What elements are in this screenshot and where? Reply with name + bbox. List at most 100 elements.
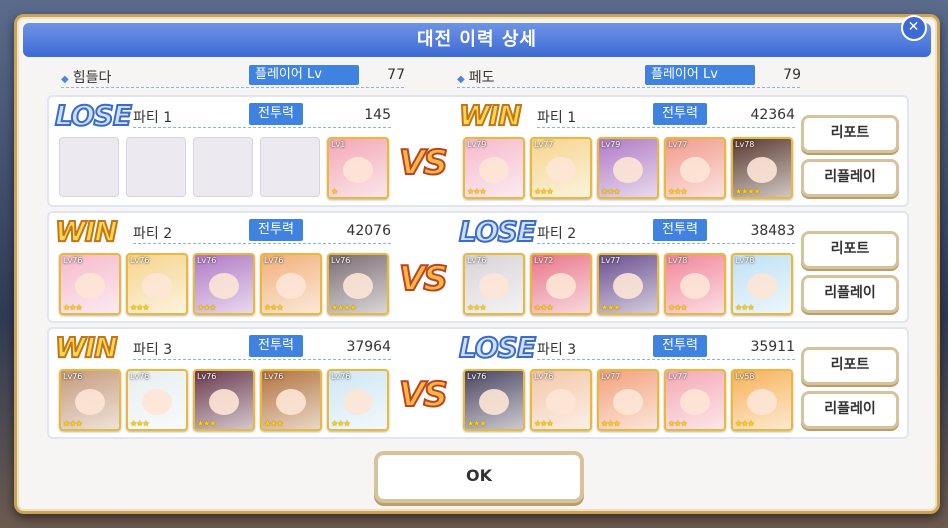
unit-stars: ★★★ bbox=[63, 419, 82, 428]
left-result-label: WIN bbox=[54, 214, 119, 249]
unit-portrait[interactable]: Lv76 ★★★ bbox=[463, 253, 525, 315]
unit-level: Lv76 bbox=[63, 256, 83, 265]
divider bbox=[133, 127, 393, 128]
unit-stars: ★★★ bbox=[197, 419, 216, 428]
report-button-2[interactable]: 리포트 bbox=[801, 231, 899, 269]
unit-portrait[interactable]: Lv58 ★★★ bbox=[731, 369, 793, 431]
right-result-label: LOSE bbox=[458, 214, 537, 249]
unit-level: Lv78 bbox=[735, 256, 755, 265]
unit-level: Lv79 bbox=[601, 140, 621, 149]
unit-portrait[interactable]: Lv79 ★★★ bbox=[597, 137, 659, 199]
right-result-label: WIN bbox=[458, 98, 523, 133]
unit-portrait[interactable]: Lv76 ★★★★ bbox=[327, 253, 389, 315]
unit-stars: ★★★ bbox=[668, 303, 687, 312]
right-power-label: 전투력 bbox=[653, 335, 707, 357]
unit-portrait[interactable]: Lv76 ★★★ bbox=[126, 253, 188, 315]
unit-stars: ★★★ bbox=[331, 419, 350, 428]
unit-portrait[interactable]: Lv76 ★★★ bbox=[260, 253, 322, 315]
unit-portrait[interactable]: Lv77 ★★★ bbox=[530, 137, 592, 199]
character-face-icon bbox=[479, 273, 509, 299]
unit-stars: ★★★ bbox=[668, 187, 687, 196]
dialog-titlebar: 대전 이력 상세 ✕ bbox=[23, 15, 931, 57]
character-face-icon bbox=[613, 157, 643, 183]
character-face-icon bbox=[276, 389, 306, 415]
ok-button[interactable]: OK bbox=[374, 451, 584, 503]
unit-portrait[interactable]: Lv72 ★★★ bbox=[530, 253, 592, 315]
character-face-icon bbox=[680, 157, 710, 183]
unit-level: Lv78 bbox=[668, 256, 688, 265]
unit-portrait[interactable]: Lv1 ★ bbox=[327, 137, 389, 199]
unit-stars: ★★★ bbox=[534, 187, 553, 196]
replay-button-3[interactable]: 리플레이 bbox=[801, 391, 899, 429]
dialog-title: 대전 이력 상세 bbox=[417, 29, 537, 50]
replay-label: 리플레이 bbox=[824, 169, 876, 185]
replay-button-2[interactable]: 리플레이 bbox=[801, 275, 899, 313]
party-panel-1: LOSE 파티 1 전투력 145 Lv1 ★ WIN 파티 1 전투력 42364 Lv79 ★★★… bbox=[47, 95, 909, 207]
unit-stars: ★★★ bbox=[601, 419, 620, 428]
character-face-icon bbox=[142, 273, 172, 299]
report-button-3[interactable]: 리포트 bbox=[801, 347, 899, 385]
unit-level: Lv76 bbox=[467, 256, 487, 265]
right-power-value: 38483 bbox=[750, 223, 795, 239]
left-party-name: 파티 3 bbox=[133, 342, 173, 358]
unit-portrait[interactable]: Lv76 ★★★ bbox=[59, 253, 121, 315]
unit-level: Lv58 bbox=[735, 372, 755, 381]
unit-portrait[interactable]: Lv77 ★★★ bbox=[664, 369, 726, 431]
unit-level: Lv77 bbox=[534, 140, 554, 149]
unit-portrait[interactable]: Lv76 ★★★ bbox=[327, 369, 389, 431]
character-face-icon bbox=[209, 273, 239, 299]
unit-portrait[interactable]: Lv76 ★★★ bbox=[530, 369, 592, 431]
unit-level: Lv76 bbox=[197, 372, 217, 381]
left-power-label: 전투력 bbox=[249, 103, 303, 125]
unit-stars: ★★★ bbox=[130, 303, 149, 312]
left-result-label: LOSE bbox=[54, 98, 133, 133]
unit-portrait[interactable]: Lv78 ★★★ bbox=[731, 253, 793, 315]
divider bbox=[133, 243, 393, 244]
unit-portrait[interactable]: Lv76 ★★★ bbox=[193, 253, 255, 315]
unit-level: Lv79 bbox=[467, 140, 487, 149]
character-face-icon bbox=[546, 157, 576, 183]
unit-level: Lv77 bbox=[601, 372, 621, 381]
unit-portrait[interactable]: Lv77 ★★★ bbox=[597, 369, 659, 431]
left-level-value: 77 bbox=[387, 67, 405, 83]
unit-stars: ★★★ bbox=[63, 303, 82, 312]
character-face-icon bbox=[343, 273, 373, 299]
replay-label: 리플레이 bbox=[824, 285, 876, 301]
character-face-icon bbox=[546, 389, 576, 415]
unit-portrait[interactable]: Lv79 ★★★ bbox=[463, 137, 525, 199]
unit-stars: ★★★ bbox=[735, 303, 754, 312]
empty-unit-slot bbox=[260, 137, 320, 197]
unit-stars: ★ bbox=[331, 187, 338, 196]
replay-button-1[interactable]: 리플레이 bbox=[801, 159, 899, 197]
party-panel-2: WIN 파티 2 전투력 42076 Lv76 ★★★ Lv76 ★★★ Lv76 ★★★ Lv76… bbox=[47, 211, 909, 323]
close-icon[interactable]: ✕ bbox=[901, 15, 927, 41]
character-face-icon bbox=[747, 273, 777, 299]
character-face-icon bbox=[546, 273, 576, 299]
unit-portrait[interactable]: Lv77 ★★★ bbox=[664, 137, 726, 199]
unit-portrait[interactable]: Lv76 ★★★ bbox=[59, 369, 121, 431]
right-party-name: 파티 2 bbox=[537, 226, 577, 242]
unit-stars: ★★★ bbox=[601, 303, 620, 312]
character-face-icon bbox=[75, 273, 105, 299]
unit-portrait[interactable]: Lv76 ★★★ bbox=[193, 369, 255, 431]
left-power-value: 42076 bbox=[346, 223, 391, 239]
right-power-label: 전투력 bbox=[653, 219, 707, 241]
left-result-label: WIN bbox=[54, 330, 119, 365]
unit-portrait[interactable]: Lv78 ★★★ bbox=[664, 253, 726, 315]
right-level-label: 플레이어 Lv bbox=[645, 65, 755, 85]
left-power-label: 전투력 bbox=[249, 219, 303, 241]
character-face-icon bbox=[209, 389, 239, 415]
unit-portrait[interactable]: Lv76 ★★★ bbox=[463, 369, 525, 431]
report-button-1[interactable]: 리포트 bbox=[801, 115, 899, 153]
vs-label: VS bbox=[398, 258, 449, 300]
unit-portrait[interactable]: Lv78 ★★★★ bbox=[731, 137, 793, 199]
unit-level: Lv76 bbox=[197, 256, 217, 265]
divider bbox=[537, 359, 797, 360]
unit-stars: ★★★ bbox=[534, 303, 553, 312]
character-face-icon bbox=[479, 389, 509, 415]
unit-portrait[interactable]: Lv77 ★★★ bbox=[597, 253, 659, 315]
unit-portrait[interactable]: Lv76 ★★★ bbox=[260, 369, 322, 431]
unit-portrait[interactable]: Lv76 ★★★ bbox=[126, 369, 188, 431]
unit-stars: ★★★ bbox=[735, 419, 754, 428]
report-label: 리포트 bbox=[830, 241, 870, 257]
